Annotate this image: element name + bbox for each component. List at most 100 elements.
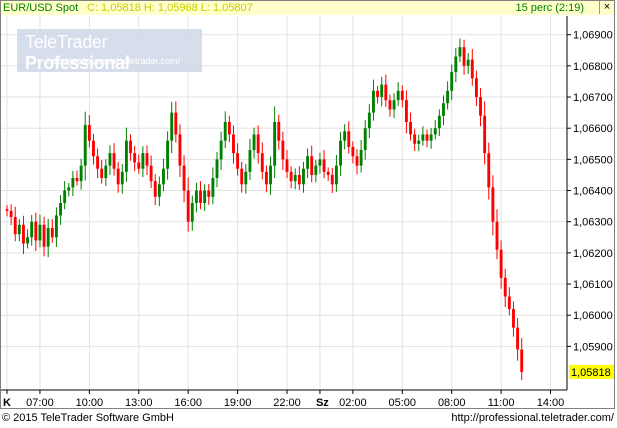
candle-body	[277, 121, 281, 141]
candle-body	[318, 159, 322, 166]
candle-body	[326, 171, 330, 175]
candle-body	[487, 153, 491, 188]
candle-body	[108, 153, 112, 166]
candle-body	[285, 159, 289, 172]
candle-body	[404, 100, 408, 122]
candle-body	[194, 190, 198, 203]
candle-body	[232, 134, 235, 154]
candle-body	[236, 153, 240, 169]
y-tick-label: 1,06200	[573, 248, 613, 260]
candle-body	[462, 47, 466, 66]
candle-body	[264, 171, 268, 185]
candle-body	[380, 84, 384, 98]
candle-body	[116, 168, 120, 185]
candle-body	[297, 174, 301, 185]
candle-body	[479, 97, 482, 116]
symbol-title[interactable]: EUR/USD Spot	[3, 1, 78, 15]
footer-link[interactable]: http://professional.teletrader.com/	[451, 412, 614, 424]
candle-body	[359, 150, 363, 166]
candle-body	[306, 156, 310, 169]
y-tick-label: 1,06400	[573, 186, 613, 198]
x-tick-label: K	[3, 397, 11, 409]
watermark-brand: TeleTrader Professional	[25, 32, 202, 74]
candle-body	[63, 190, 67, 203]
candle-body	[137, 162, 141, 169]
candle-body	[182, 165, 186, 191]
candle-body	[384, 84, 388, 101]
candle-body	[503, 277, 507, 297]
candle-body	[421, 134, 425, 141]
candle-body	[5, 209, 9, 211]
candle-body	[211, 178, 215, 197]
candle-body	[104, 165, 108, 179]
candle-body	[100, 168, 104, 179]
x-tick-label: Sz	[316, 397, 329, 409]
candle-body	[227, 121, 231, 135]
y-tick-label: 1,06500	[573, 154, 613, 166]
candle-body	[96, 156, 100, 169]
candle-body	[67, 187, 71, 191]
candle-body	[26, 237, 30, 244]
x-tick-label: 13:00	[125, 397, 153, 409]
candle-body	[240, 168, 244, 185]
y-tick-label: 1,06700	[573, 92, 613, 104]
candle-body	[244, 171, 248, 185]
y-tick-label: 1,06100	[573, 279, 613, 291]
candle-body	[454, 56, 458, 73]
chart-header: EUR/USD Spot C: 1,05818 H: 1,05968 L: 1,…	[1, 1, 614, 15]
candle-body	[34, 221, 38, 241]
candle-body	[512, 308, 515, 328]
candle-body	[207, 190, 211, 197]
candle-body	[9, 210, 13, 218]
candle-body	[215, 159, 219, 179]
close-icon[interactable]: ×	[599, 1, 614, 14]
candle-body	[458, 47, 462, 57]
candle-body	[203, 190, 207, 203]
candle-body	[166, 140, 170, 169]
candle-body	[437, 115, 441, 129]
candle-body	[186, 190, 190, 222]
x-tick-label: 08:00	[438, 397, 466, 409]
candle-body	[409, 121, 412, 135]
x-tick-label: 02:00	[339, 397, 367, 409]
candle-body	[499, 249, 503, 278]
copyright-text: © 2015 TeleTrader Software GmbH	[2, 412, 174, 424]
candle-body	[260, 153, 264, 172]
candle-body	[42, 224, 46, 247]
candle-body	[339, 140, 342, 166]
candle-body	[252, 134, 256, 151]
candle-body	[281, 140, 285, 160]
candle-body	[170, 112, 174, 141]
candle-body	[347, 131, 351, 147]
candle-body	[372, 90, 375, 113]
candle-body	[145, 153, 149, 166]
candle-body	[141, 153, 145, 169]
x-tick-label: 11:00	[488, 397, 515, 409]
candle-body	[376, 90, 380, 98]
candle-body	[466, 59, 470, 66]
x-tick-label: 19:00	[224, 397, 252, 409]
candle-body	[54, 215, 58, 238]
candle-body	[351, 146, 355, 157]
candle-body	[129, 140, 132, 154]
y-tick-label: 1,05900	[573, 341, 613, 353]
quote-summary: C: 1,05818 H: 1,05968 L: 1,05807	[87, 2, 253, 14]
candle-body	[17, 224, 21, 235]
candle-body	[256, 134, 260, 154]
candle-body	[83, 125, 87, 166]
candle-body	[429, 134, 433, 141]
candle-body	[400, 90, 404, 101]
candle-body	[190, 203, 194, 222]
candle-body	[491, 187, 495, 222]
y-tick-label: 1,06300	[573, 217, 613, 229]
timeframe-label[interactable]: 15 perc (2:19)	[516, 1, 584, 15]
candle-body	[199, 190, 202, 203]
candle-body	[149, 165, 153, 182]
candle-body	[30, 221, 34, 238]
candle-body	[273, 121, 277, 166]
candle-body	[248, 150, 252, 172]
candle-body	[392, 100, 396, 110]
y-tick-label: 1,06600	[573, 123, 613, 135]
candle-body	[302, 168, 305, 185]
candle-body	[269, 165, 272, 185]
